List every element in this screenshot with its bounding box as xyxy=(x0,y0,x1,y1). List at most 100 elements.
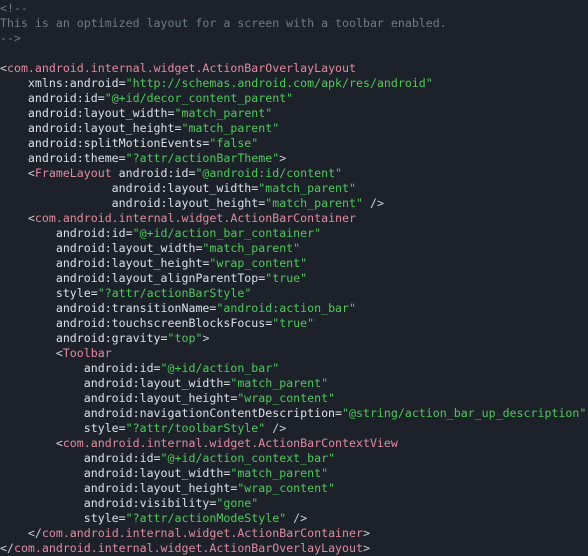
code-line: </com.android.internal.widget.ActionBarC… xyxy=(0,526,588,541)
code-token-punctuation: > xyxy=(362,541,370,555)
code-line: <com.android.internal.widget.ActionBarCo… xyxy=(0,436,588,451)
code-line: This is an optimized layout for a screen… xyxy=(0,16,588,31)
code-line: android:id="@+id/action_bar" xyxy=(0,361,588,376)
code-token-attribute: android:id= xyxy=(0,226,133,240)
code-token-value: "match_parent" xyxy=(174,106,273,120)
code-token-value: "wrap_content" xyxy=(209,256,308,270)
code-token-attribute: android:navigationContentDescription= xyxy=(0,406,343,420)
code-line: android:layout_height="wrap_content" xyxy=(0,256,588,271)
code-line: android:visibility="gone" xyxy=(0,496,588,511)
code-token-attribute: android:layout_width= xyxy=(0,466,231,480)
code-token-tag: com.android.internal.widget.ActionBarOve… xyxy=(6,61,356,75)
code-line: android:id="@+id/action_context_bar" xyxy=(0,451,588,466)
code-token-value: "false" xyxy=(209,136,259,150)
code-token-attribute: android:id= xyxy=(0,91,105,105)
code-token-punctuation: < xyxy=(0,436,63,450)
code-token-attribute: style= xyxy=(0,421,126,435)
code-line: <Toolbar xyxy=(0,346,588,361)
code-token-comment: <!-- xyxy=(0,1,28,15)
code-line: <FrameLayout android:id="@android:id/con… xyxy=(0,166,588,181)
code-token-punctuation: /> xyxy=(286,511,308,525)
code-token-attribute: android:layout_width= xyxy=(0,181,259,195)
code-token-value: "?attr/toolbarStyle" xyxy=(125,421,266,435)
code-token-tag: com.android.internal.widget.ActionBarOve… xyxy=(13,541,363,555)
code-line: <!-- xyxy=(0,1,588,16)
code-line: android:layout_height="wrap_content" xyxy=(0,481,588,496)
code-token-punctuation: </ xyxy=(0,541,14,555)
code-token-value: "match_parent" xyxy=(181,121,280,135)
code-line: android:layout_width="match_parent" xyxy=(0,181,588,196)
code-line: style="?attr/toolbarStyle" /> xyxy=(0,421,588,436)
code-token-value: "@string/action_bar_up_description" xyxy=(342,406,587,420)
code-line: android:theme="?attr/actionBarTheme"> xyxy=(0,151,588,166)
code-token-attribute: android:layout_height= xyxy=(0,196,266,210)
code-token-comment: --> xyxy=(0,31,21,45)
code-line: --> xyxy=(0,31,588,46)
code-token-value: "wrap_content" xyxy=(237,481,336,495)
code-line: android:navigationContentDescription="@s… xyxy=(0,406,588,421)
code-token-attribute: android:layout_height= xyxy=(0,256,210,270)
code-line: android:id="@+id/action_bar_container" xyxy=(0,226,588,241)
code-token-attribute: android:layout_width= xyxy=(0,241,203,255)
code-line: android:layout_height="match_parent" xyxy=(0,121,588,136)
code-token-punctuation: < xyxy=(0,211,35,225)
code-token-attribute: android:layout_width= xyxy=(0,376,231,390)
code-token-value: "@+id/action_bar" xyxy=(160,361,280,375)
code-token-attribute: android:layout_alignParentTop= xyxy=(0,271,266,285)
code-line: <com.android.internal.widget.ActionBarCo… xyxy=(0,211,588,226)
code-token-value: "true" xyxy=(265,271,308,285)
code-line: android:splitMotionEvents="false" xyxy=(0,136,588,151)
code-token-punctuation: </ xyxy=(0,526,42,540)
code-token-attribute: android:splitMotionEvents= xyxy=(0,136,210,150)
code-token-attribute: android:id= xyxy=(0,361,161,375)
code-line: <com.android.internal.widget.ActionBarOv… xyxy=(0,61,588,76)
code-line: android:layout_width="match_parent" xyxy=(0,376,588,391)
code-token-tag: com.android.internal.widget.ActionBarCon… xyxy=(34,211,356,225)
code-token-attribute: android:id= xyxy=(0,451,161,465)
code-token-attribute: android:visibility= xyxy=(0,496,217,510)
code-token-tag: com.android.internal.widget.ActionBarCon… xyxy=(41,526,363,540)
code-token-attribute: android:layout_height= xyxy=(0,121,182,135)
code-line: android:touchscreenBlocksFocus="true" xyxy=(0,316,588,331)
code-token-value: "android:action_bar" xyxy=(216,301,356,315)
code-line: android:layout_width="match_parent" xyxy=(0,466,588,481)
code-line: style="?attr/actionModeStyle" /> xyxy=(0,511,588,526)
code-token-value: "@+id/action_bar_container" xyxy=(132,226,322,240)
code-token-tag: Toolbar xyxy=(62,346,112,360)
code-token-attribute: android:layout_height= xyxy=(0,391,238,405)
code-line: android:id="@+id/decor_content_parent" xyxy=(0,91,588,106)
code-token-value: "@android:id/content" xyxy=(195,166,343,180)
code-token-attribute: android:transitionName= xyxy=(0,301,217,315)
code-token-attribute: android:layout_height= xyxy=(0,481,238,495)
code-line: android:transitionName="android:action_b… xyxy=(0,301,588,316)
code-line: </com.android.internal.widget.ActionBarO… xyxy=(0,541,588,556)
code-line: android:layout_width="match_parent" xyxy=(0,106,588,121)
code-line: android:layout_height="match_parent" /> xyxy=(0,196,588,211)
code-token-attribute: android:theme= xyxy=(0,151,126,165)
code-token-punctuation: < xyxy=(0,166,35,180)
code-token-value: "gone" xyxy=(216,496,259,510)
code-token-tag: FrameLayout xyxy=(34,166,112,180)
code-token-value: "match_parent" xyxy=(258,181,356,195)
code-line: android:layout_height="wrap_content" xyxy=(0,391,588,406)
code-token-value: "?attr/actionBarStyle" xyxy=(97,286,252,300)
code-token-punctuation: < xyxy=(0,61,7,75)
code-token-value: "@+id/decor_content_parent" xyxy=(104,91,294,105)
code-token-value: "match_parent" xyxy=(230,376,329,390)
code-token-value: "?attr/actionModeStyle" xyxy=(125,511,287,525)
code-token-value: "match_parent" xyxy=(230,466,329,480)
xml-source-code-view[interactable]: <!-- This is an optimized layout for a sc… xyxy=(0,0,588,556)
code-token-value: "match_parent" xyxy=(202,241,301,255)
code-token-attribute: xmlns:android= xyxy=(0,76,126,90)
code-token-value: "match_parent" xyxy=(265,196,363,210)
code-token-attribute: android:touchscreenBlocksFocus= xyxy=(0,316,273,330)
code-token-value: "top" xyxy=(167,331,203,345)
code-token-punctuation: /> xyxy=(362,196,384,210)
code-token-value: "http://schemas.android.com/apk/res/andr… xyxy=(125,76,433,90)
code-token-punctuation: > xyxy=(202,331,210,345)
code-token-attribute: android:layout_width= xyxy=(0,106,175,120)
code-line: style="?attr/actionBarStyle" xyxy=(0,286,588,301)
code-token-comment: This is an optimized layout for a screen… xyxy=(0,16,447,30)
code-token-attribute: android:id= xyxy=(111,166,196,180)
